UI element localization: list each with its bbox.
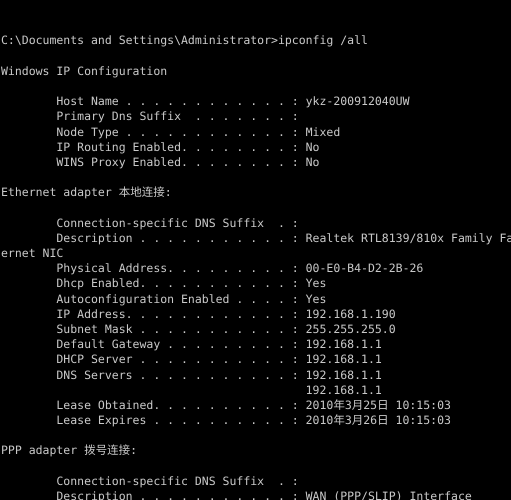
- console-line: Default Gateway . . . . . . . . . : 192.…: [1, 337, 382, 352]
- console-line: Host Name . . . . . . . . . . . . : ykz-…: [1, 94, 410, 109]
- console-line: Physical Address. . . . . . . . . : 00-E…: [1, 261, 424, 276]
- console-window[interactable]: C:\Documents and Settings\Administrator>…: [0, 0, 511, 500]
- console-line: C:\Documents and Settings\Administrator>…: [1, 33, 368, 48]
- console-line: PPP adapter 拨号连接:: [1, 443, 138, 458]
- console-line: Description . . . . . . . . . . . : Real…: [1, 230, 511, 245]
- console-line: Ethernet adapter 本地连接:: [1, 185, 172, 200]
- console-line: Lease Expires . . . . . . . . . . : 2010…: [1, 413, 451, 428]
- console-line: IP Routing Enabled. . . . . . . . : No: [1, 139, 320, 154]
- console-line: Windows IP Configuration: [1, 63, 168, 78]
- console-line: Primary Dns Suffix . . . . . . . :: [1, 109, 299, 124]
- console-line: Dhcp Enabled. . . . . . . . . . . : Yes: [1, 276, 327, 291]
- console-line: WINS Proxy Enabled. . . . . . . . : No: [1, 154, 320, 169]
- console-line: Lease Obtained. . . . . . . . . . : 2010…: [1, 397, 451, 412]
- console-line: DHCP Server . . . . . . . . . . . : 192.…: [1, 352, 382, 367]
- console-output: C:\Documents and Settings\Administrator>…: [1, 33, 511, 500]
- console-line: Connection-specific DNS Suffix . :: [1, 473, 299, 488]
- console-line: DNS Servers . . . . . . . . . . . : 192.…: [1, 367, 382, 382]
- console-line: IP Address. . . . . . . . . . . . : 192.…: [1, 306, 396, 321]
- console-line: Autoconfiguration Enabled . . . . : Yes: [1, 291, 327, 306]
- console-line: Connection-specific DNS Suffix . :: [1, 215, 299, 230]
- console-line: Node Type . . . . . . . . . . . . : Mixe…: [1, 124, 341, 139]
- console-line: 192.168.1.1: [1, 382, 382, 397]
- console-line: Subnet Mask . . . . . . . . . . . : 255.…: [1, 321, 396, 336]
- console-line: ernet NIC: [1, 246, 64, 261]
- console-line: Description . . . . . . . . . . . : WAN …: [1, 489, 472, 500]
